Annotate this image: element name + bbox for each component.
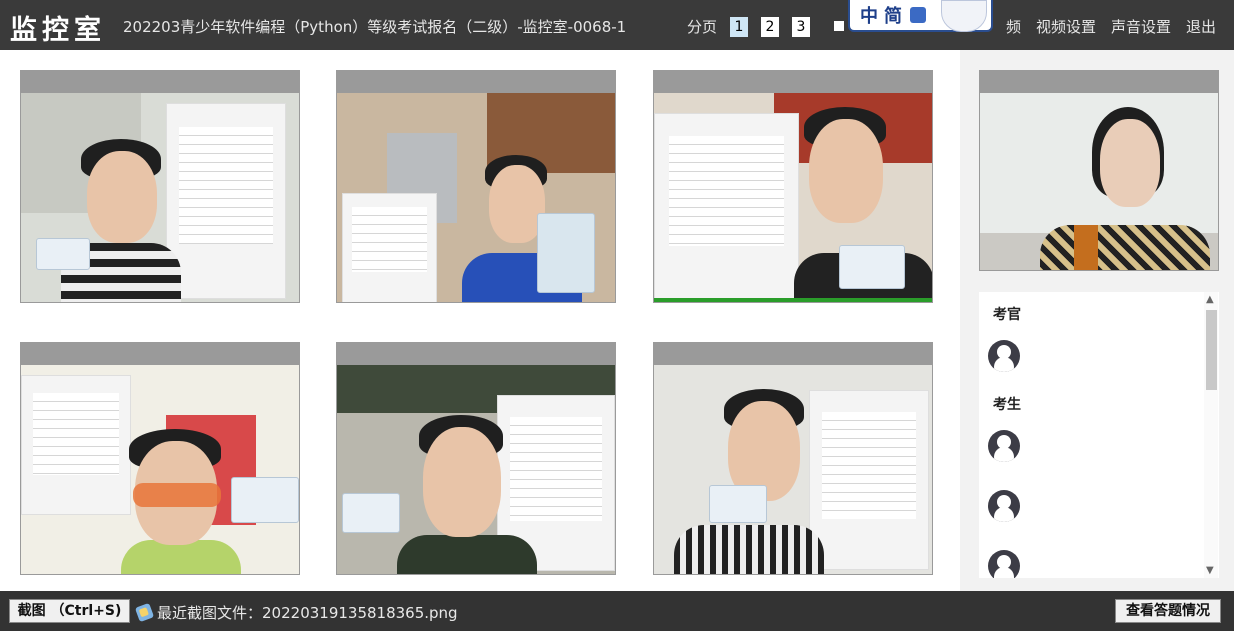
avatar-icon[interactable] (988, 490, 1020, 522)
page-button-2[interactable]: 2 (761, 16, 780, 37)
pagination: 分页 1 2 3 (687, 16, 811, 37)
bottom-bar: 截图 （Ctrl+S) 最近截图文件： 20220319135818365.pn… (0, 591, 1234, 631)
avatar-icon[interactable] (988, 550, 1020, 578)
video-tile[interactable] (336, 70, 616, 303)
mascot-icon (941, 0, 987, 32)
ime-toolbar[interactable]: 中简 (848, 0, 993, 32)
video-feed (21, 365, 299, 574)
top-links: 频 视频设置 声音设置 退出 (1006, 16, 1216, 37)
top-bar: 监控室 202203青少年软件编程（Python）等级考试报名（二级）-监控室-… (0, 0, 1234, 50)
tile-header (654, 71, 932, 93)
video-feed (654, 365, 932, 574)
sidebar: 考官 考生 ▲ ▼ (960, 50, 1234, 591)
scroll-down-icon[interactable]: ▼ (1206, 565, 1214, 576)
camera-header (980, 71, 1218, 93)
proctor-feed (980, 93, 1218, 270)
video-link[interactable]: 频 (1006, 16, 1021, 37)
tile-header (337, 343, 615, 365)
logout-link[interactable]: 退出 (1186, 16, 1216, 37)
video-settings-link[interactable]: 视频设置 (1036, 16, 1096, 37)
checkbox-icon[interactable] (834, 21, 844, 31)
group-heading-examiner: 考官 (993, 307, 1021, 323)
pencil-icon (134, 602, 155, 623)
scroll-thumb[interactable] (1206, 310, 1217, 390)
page-button-1[interactable]: 1 (730, 16, 749, 37)
tile-header (21, 343, 299, 365)
tile-header (654, 343, 932, 365)
video-tile[interactable] (336, 342, 616, 575)
video-feed (337, 365, 615, 574)
last-screenshot-file: 20220319135818365.png (262, 603, 458, 622)
video-tile[interactable] (20, 342, 300, 575)
proctor-camera[interactable] (979, 70, 1219, 271)
avatar-icon[interactable] (988, 340, 1020, 372)
tile-header (337, 71, 615, 93)
video-tile[interactable] (653, 70, 933, 303)
video-feed (337, 93, 615, 302)
scroll-up-icon[interactable]: ▲ (1206, 294, 1214, 305)
view-answers-button[interactable]: 查看答题情况 (1115, 599, 1221, 623)
video-tile[interactable] (653, 342, 933, 575)
group-heading-candidates: 考生 (993, 397, 1021, 413)
pagination-label: 分页 (687, 18, 718, 36)
exam-title: 202203青少年软件编程（Python）等级考试报名（二级）-监控室-0068… (123, 18, 627, 36)
tile-header (21, 71, 299, 93)
page-button-3[interactable]: 3 (792, 16, 811, 37)
app-title: 监控室 (10, 15, 106, 46)
ime-mode-label: 中简 (860, 6, 908, 27)
video-feed (21, 93, 299, 302)
video-grid (0, 50, 960, 591)
list-scrollbar[interactable]: ▲ ▼ (1204, 292, 1218, 578)
screenshot-button[interactable]: 截图 （Ctrl+S) (9, 599, 130, 623)
video-feed (654, 93, 932, 302)
skin-icon[interactable] (910, 7, 926, 23)
last-screenshot-info: 最近截图文件： 20220319135818365.png (134, 602, 458, 623)
audio-settings-link[interactable]: 声音设置 (1111, 16, 1171, 37)
video-tile[interactable] (20, 70, 300, 303)
participant-list: 考官 考生 (979, 292, 1219, 578)
avatar-icon[interactable] (988, 430, 1020, 462)
last-screenshot-label: 最近截图文件： (157, 604, 263, 622)
